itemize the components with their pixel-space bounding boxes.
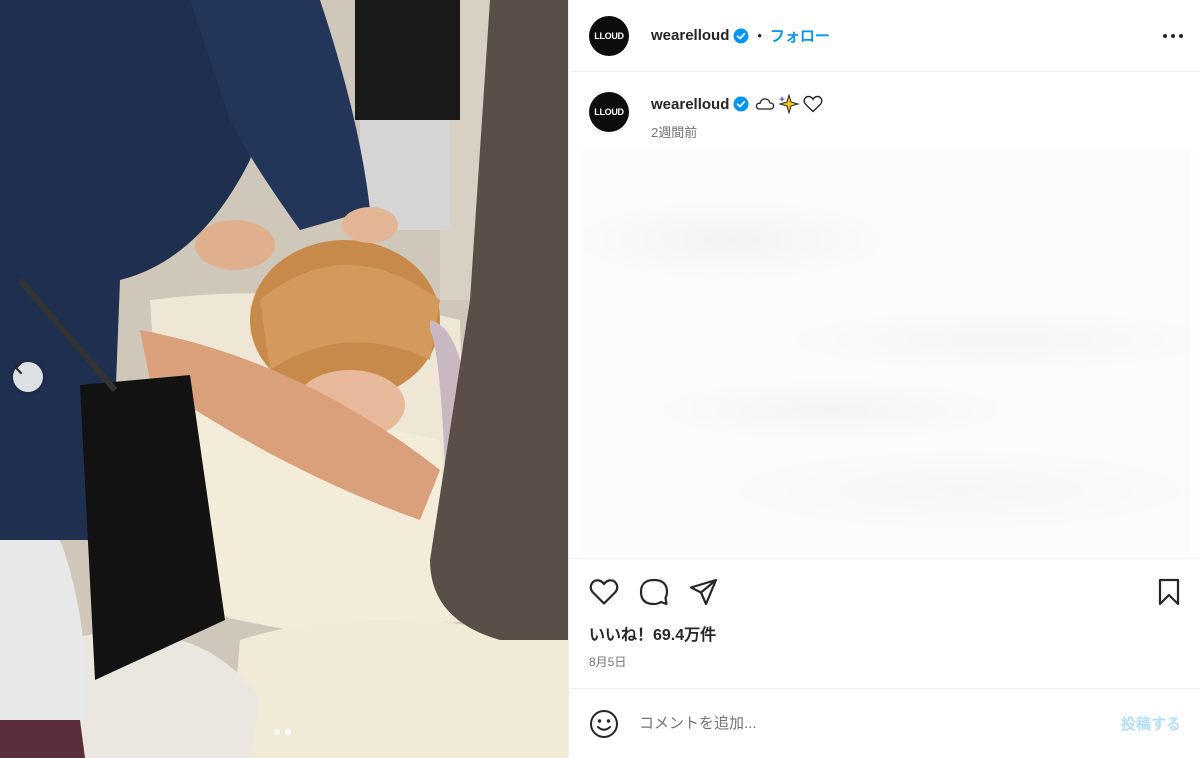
avatar[interactable]: LLOUD (589, 15, 629, 56)
emoji-icon[interactable] (589, 709, 619, 739)
separator-dot: • (757, 28, 762, 43)
sparkles-icon (778, 94, 801, 114)
cloud-icon (755, 97, 775, 111)
comments-area-blurred (581, 150, 1191, 555)
post-comment-button[interactable]: 投稿する (1121, 713, 1181, 734)
post-photo[interactable] (0, 0, 568, 758)
more-horizontal-icon[interactable] (1162, 33, 1184, 39)
post-header: LLOUD wearelloud • フォロー (569, 0, 1200, 72)
instagram-post: LLOUD wearelloud • フォロー LLOUD wearelloud (0, 0, 1200, 758)
username-link[interactable]: wearelloud (651, 27, 729, 44)
bookmark-icon[interactable] (1157, 578, 1181, 606)
post-side-panel: LLOUD wearelloud • フォロー LLOUD wearelloud (568, 0, 1200, 758)
likes-count[interactable]: いいね！69.4万件 (589, 621, 1181, 645)
comment-bar: 投稿する (569, 688, 1200, 758)
caption-username-link[interactable]: wearelloud (651, 96, 729, 113)
white-heart-icon (803, 95, 823, 113)
verified-badge-icon (733, 28, 749, 44)
share-icon[interactable] (689, 578, 719, 606)
heart-icon[interactable] (589, 578, 619, 606)
caption-body: wearelloud 2週間前 (651, 92, 823, 141)
action-bar (589, 575, 1181, 609)
comment-icon[interactable] (639, 577, 669, 607)
caption-line: wearelloud (651, 92, 823, 116)
post-date[interactable]: 8月5日 (589, 653, 1181, 670)
carousel-dot-active (285, 729, 291, 735)
comment-input[interactable] (637, 714, 1121, 733)
photo-illustration (0, 0, 568, 758)
verified-badge-icon (733, 96, 749, 112)
post-actions: いいね！69.4万件 8月5日 (569, 558, 1200, 670)
caption-avatar[interactable]: LLOUD (589, 92, 629, 132)
carousel-indicator (274, 729, 291, 735)
carousel-prev-button[interactable] (13, 362, 43, 392)
post-time: 2週間前 (651, 125, 698, 140)
caption: LLOUD wearelloud 2週間前 (569, 72, 1200, 141)
follow-button[interactable]: フォロー (770, 25, 830, 46)
carousel-dot (274, 729, 280, 735)
